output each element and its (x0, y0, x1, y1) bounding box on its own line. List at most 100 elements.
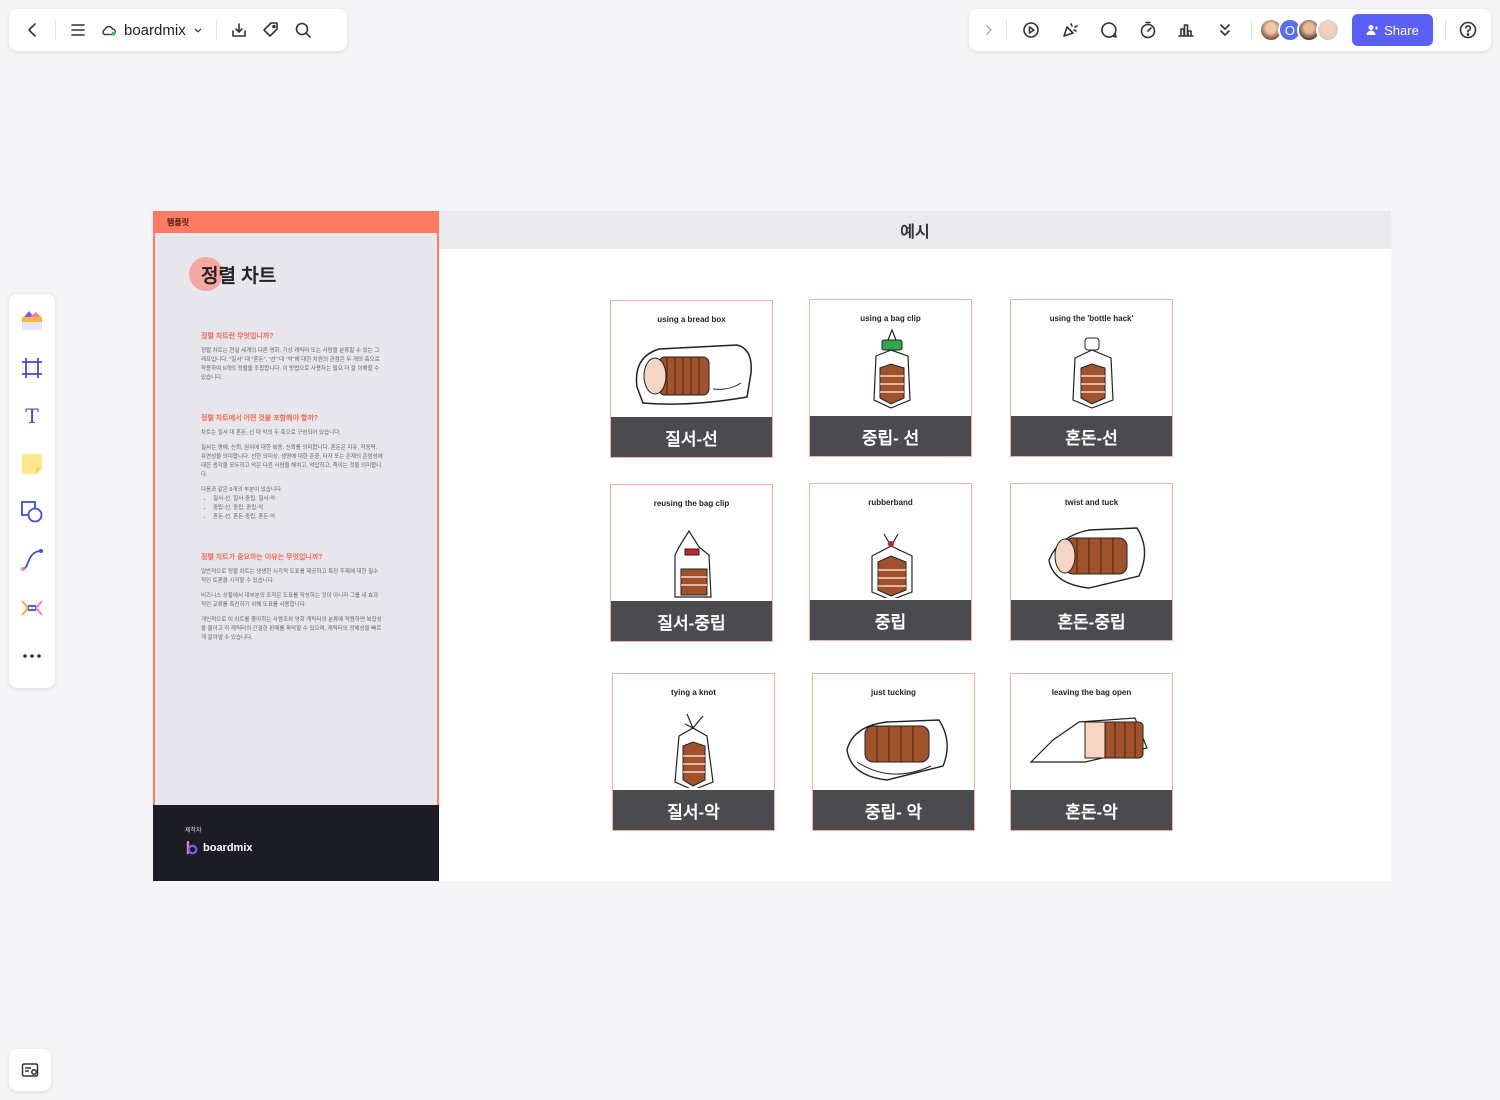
card-caption: using the 'bottle hack' (1049, 314, 1134, 323)
vote-icon (1178, 24, 1195, 37)
examples-header: 예시 (439, 211, 1391, 249)
section-text: 정렬 차트는 현실 세계의 다른 영화, 가상 캐릭터 또는 사람을 분류할 수… (201, 348, 380, 381)
alignment-card[interactable]: twist and tuck 혼돈-중립 (1010, 483, 1173, 641)
section-text: 비즈니스 상황에서 대부분의 조직은 도표를 작성하는 것이 아니라 그룹 내 … (201, 593, 379, 608)
present-button[interactable] (1015, 14, 1046, 46)
comment-button[interactable] (1093, 14, 1124, 46)
card-caption: using a bag clip (860, 314, 921, 323)
bread-box-illustration (635, 344, 752, 405)
search-icon (295, 22, 311, 38)
frame-icon (22, 358, 42, 378)
alignment-card[interactable]: leaving the bag open 혼돈-악 (1010, 673, 1173, 831)
templates-icon (22, 311, 42, 330)
svg-text:T: T (25, 404, 39, 428)
more-tools-button[interactable] (14, 638, 50, 674)
footer-label: 제작자 (185, 828, 202, 834)
text-tool[interactable]: T (14, 398, 50, 434)
card-label: 혼돈-선 (1011, 416, 1172, 456)
sticky-note-tool[interactable] (14, 446, 50, 482)
user-plus-icon (1366, 25, 1379, 35)
twist-tuck-illustration (1048, 527, 1146, 589)
section-text: 질서는 명예, 신뢰, 권위에 대한 복종, 신뢰를 의미합니다. 혼돈은 자유… (201, 445, 383, 478)
card-label: 중립- 선 (810, 416, 971, 456)
alignment-card[interactable]: using the 'bottle hack' 혼돈-선 (1010, 299, 1173, 457)
section-text: 개인적으로 이 차트를 좋아하는 사람조차 영화 캐릭터의 분류에 적용하면 복… (201, 617, 382, 641)
card-caption: reusing the bag clip (653, 499, 730, 508)
celebrate-button[interactable] (1054, 14, 1085, 46)
list-item: 질서-선, 질서-중립, 질서-악 (213, 495, 383, 504)
info-section: 정렬 차트에서 어떤 것을 포함해야 할까? 차트는 질서 대 혼돈, 선 대 … (201, 413, 383, 522)
card-label: 질서-선 (611, 417, 772, 457)
play-icon (1022, 22, 1039, 38)
open-bag-illustration (1029, 717, 1148, 763)
toolbar-divider (1006, 20, 1008, 40)
alignment-card[interactable]: just tucking 중립- 악 (812, 673, 975, 831)
shape-tool[interactable] (14, 494, 50, 530)
template-tag: 템플릿 (155, 211, 437, 233)
section-heading: 정렬 차트가 중요하는 이유는 무엇입니까? (201, 554, 323, 561)
more-tools-button[interactable] (1210, 14, 1241, 46)
card-caption: rubberband (868, 498, 913, 507)
card-label: 혼돈-악 (1011, 790, 1172, 830)
connector-tool[interactable] (14, 542, 50, 578)
menu-button[interactable] (62, 14, 94, 46)
minimap-icon (21, 1063, 39, 1077)
card-label: 질서-중립 (611, 601, 772, 641)
info-section: 정렬 차트란 무엇입니까? 정렬 차트는 현실 세계의 다른 영화, 가상 캐릭… (201, 331, 383, 383)
download-button[interactable] (223, 14, 255, 46)
collapse-toolbar-button[interactable] (977, 14, 1000, 46)
alignment-card[interactable]: rubberband 중립 (809, 483, 972, 641)
card-label: 혼돈-중립 (1011, 600, 1172, 640)
more-icon (23, 654, 41, 658)
reused-clip-illustration (674, 529, 712, 598)
mindmap-icon (21, 600, 43, 616)
card-label: 중립- 악 (813, 790, 974, 830)
info-section: 정렬 차트가 중요하는 이유는 무엇입니까? 일반적으로 정렬 차트는 생생한 … (201, 552, 383, 643)
examples-panel: 예시 using a bread box 질서-선 using a bag cl… (439, 211, 1391, 881)
help-button[interactable] (1452, 14, 1483, 46)
collaborator-avatars[interactable]: O (1258, 18, 1340, 42)
share-label: Share (1384, 22, 1419, 38)
vote-button[interactable] (1171, 14, 1202, 46)
chevron-down-icon (194, 28, 202, 33)
footer-logo-text: boardmix (203, 842, 253, 854)
file-name-dropdown[interactable]: boardmix (94, 14, 210, 46)
title-wrap: 정렬 차트 (189, 257, 437, 301)
minimap-button[interactable] (9, 1049, 51, 1091)
share-button[interactable]: Share (1351, 14, 1434, 46)
boardmix-logo-icon (186, 841, 198, 855)
comment-icon (1100, 22, 1117, 38)
section-heading: 정렬 차트에서 어떤 것을 포함해야 할까? (201, 415, 319, 422)
back-button[interactable] (17, 14, 49, 46)
sticky-note-icon (22, 454, 42, 474)
timer-icon (1140, 21, 1155, 39)
section-text: 차트는 질서 대 혼돈, 선 대 악의 두 축으로 구성되어 있습니다. (201, 430, 341, 436)
connector-icon (21, 549, 43, 571)
knot-illustration (674, 713, 714, 788)
text-icon: T (25, 404, 39, 428)
templates-tool[interactable] (14, 302, 50, 338)
board-canvas[interactable]: 템플릿 정렬 차트 정렬 차트란 무엇입니까? 정렬 차트는 현실 세계의 다른… (153, 211, 1391, 881)
alignment-card[interactable]: reusing the bag clip 질서-중립 (610, 484, 773, 642)
frame-tool[interactable] (14, 350, 50, 386)
timer-button[interactable] (1132, 14, 1163, 46)
list-item: 중립-선, 중립, 중립-악 (213, 504, 383, 513)
card-label: 중립 (810, 600, 971, 640)
card-caption: using a bread box (657, 315, 726, 324)
section-text: 일반적으로 정렬 차트는 생생한 시각적 도표를 제공하고 특정 주제에 대한 … (201, 569, 379, 584)
mindmap-tool[interactable] (14, 590, 50, 626)
cloud-icon (102, 25, 116, 36)
rubberband-illustration (871, 533, 913, 598)
toolbar-divider (1250, 20, 1252, 40)
search-button[interactable] (287, 14, 319, 46)
alignment-card[interactable]: tying a knot 질서-악 (612, 673, 775, 831)
help-icon (1459, 21, 1476, 39)
card-caption: tying a knot (671, 688, 716, 697)
file-name: boardmix (124, 21, 186, 39)
more-chevrons-icon (1220, 24, 1231, 36)
card-caption: leaving the bag open (1051, 688, 1132, 697)
tag-button[interactable] (255, 14, 287, 46)
alignment-card[interactable]: using a bag clip 중립- 선 (809, 299, 972, 457)
alignment-card[interactable]: using a bread box 질서-선 (610, 300, 773, 458)
template-info-panel: 템플릿 정렬 차트 정렬 차트란 무엇입니까? 정렬 차트는 현실 세계의 다른… (153, 211, 439, 881)
